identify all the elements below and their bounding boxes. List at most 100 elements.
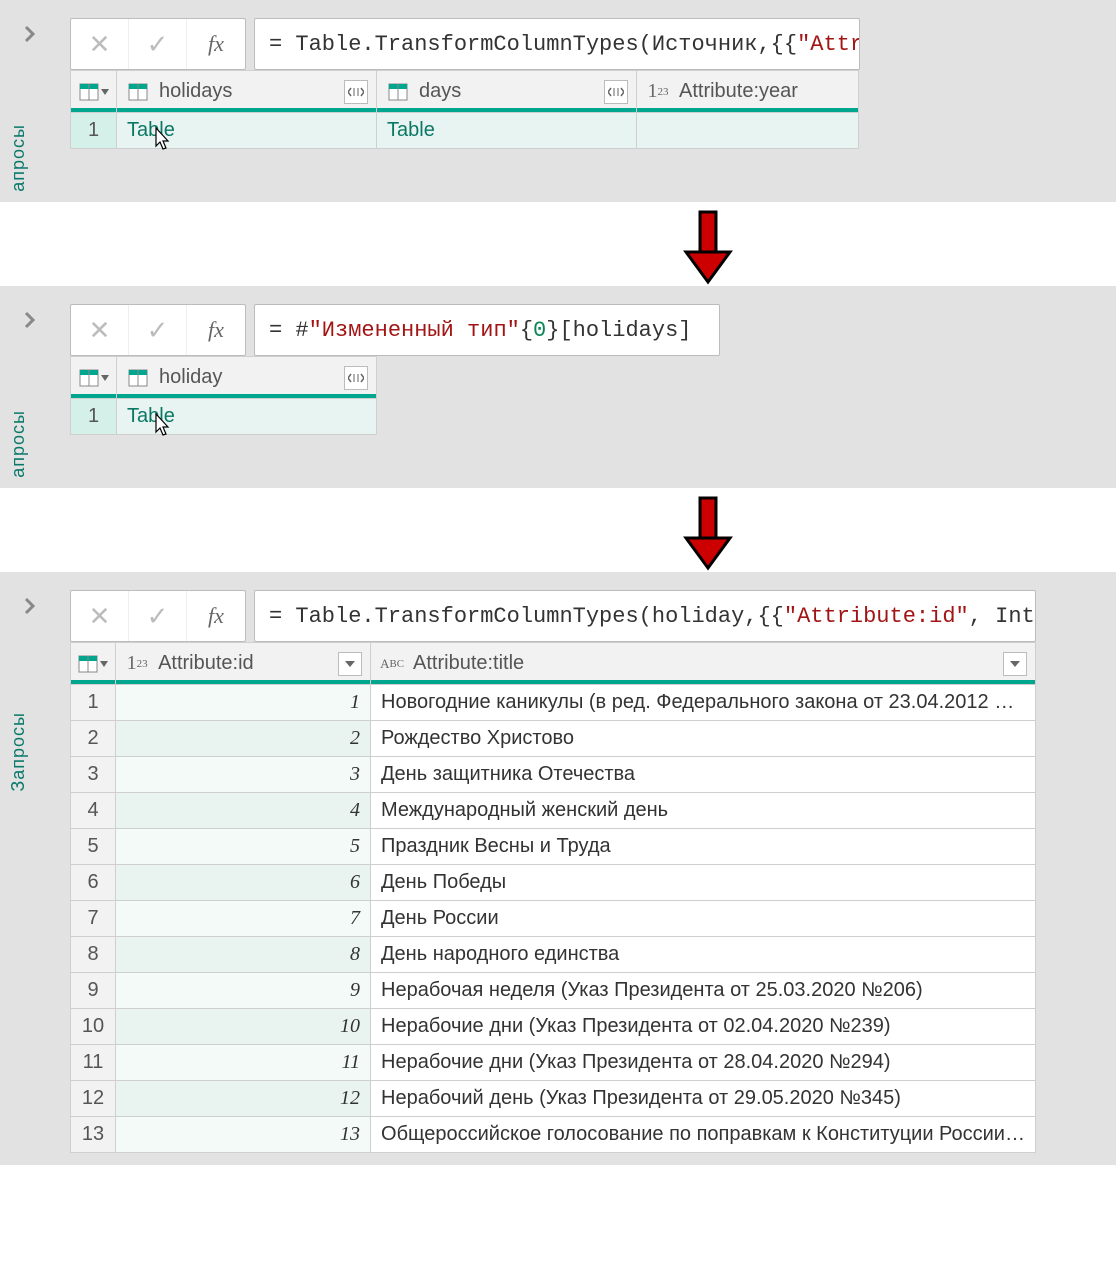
row-number[interactable]: 7 xyxy=(71,901,116,937)
cell-holiday[interactable]: Table xyxy=(117,399,377,435)
cell-title[interactable]: Международный женский день xyxy=(371,793,1036,829)
cell-id[interactable]: 9 xyxy=(116,973,371,1009)
cell-id[interactable]: 4 xyxy=(116,793,371,829)
table-icon xyxy=(79,369,99,387)
row-number[interactable]: 8 xyxy=(71,937,116,973)
row-number[interactable]: 1 xyxy=(71,113,117,149)
cell-year[interactable] xyxy=(637,113,859,149)
row-number[interactable]: 2 xyxy=(71,721,116,757)
column-filter-button[interactable] xyxy=(1003,652,1027,676)
cell-title[interactable]: Нерабочая неделя (Указ Президента от 25.… xyxy=(371,973,1036,1009)
select-all-corner[interactable] xyxy=(71,71,117,113)
table-icon xyxy=(78,655,98,673)
table-row[interactable]: 88День народного единства xyxy=(71,937,1036,973)
text-type-icon: ABC xyxy=(379,653,405,675)
table-icon xyxy=(79,83,99,101)
expand-column-button[interactable] xyxy=(604,80,628,104)
cell-title[interactable]: Рождество Христово xyxy=(371,721,1036,757)
table-row[interactable]: 11Новогодние каникулы (в ред. Федерально… xyxy=(71,685,1036,721)
table-row[interactable]: 77День России xyxy=(71,901,1036,937)
cell-title[interactable]: День России xyxy=(371,901,1036,937)
cell-id[interactable]: 3 xyxy=(116,757,371,793)
table-row[interactable]: 1212Нерабочий день (Указ Президента от 2… xyxy=(71,1081,1036,1117)
row-number[interactable]: 4 xyxy=(71,793,116,829)
table-row[interactable]: 22Рождество Христово xyxy=(71,721,1036,757)
cell-id[interactable]: 11 xyxy=(116,1045,371,1081)
table-row[interactable]: 44Международный женский день xyxy=(71,793,1036,829)
table-row[interactable]: 66День Победы xyxy=(71,865,1036,901)
row-number[interactable]: 1 xyxy=(71,685,116,721)
formula-confirm-button[interactable]: ✓ xyxy=(129,305,187,355)
queries-pane-toggle[interactable] xyxy=(20,24,40,49)
cell-title[interactable]: Нерабочие дни (Указ Президента от 02.04.… xyxy=(371,1009,1036,1045)
table-row[interactable]: 33День защитника Отечества xyxy=(71,757,1036,793)
cell-id[interactable]: 10 xyxy=(116,1009,371,1045)
formula-fx-button[interactable]: fx xyxy=(187,591,245,641)
cell-id[interactable]: 2 xyxy=(116,721,371,757)
cell-title[interactable]: День народного единства xyxy=(371,937,1036,973)
cell-id[interactable]: 8 xyxy=(116,937,371,973)
queries-sidebar-label: Запросы xyxy=(8,712,29,792)
cell-id[interactable]: 5 xyxy=(116,829,371,865)
cell-title[interactable]: Праздник Весны и Труда xyxy=(371,829,1036,865)
column-header-holidays[interactable]: holidays xyxy=(117,71,377,113)
formula-bar-input[interactable]: = Table.TransformColumnTypes(Источник,{{… xyxy=(254,18,860,70)
cell-title[interactable]: Нерабочие дни (Указ Президента от 28.04.… xyxy=(371,1045,1036,1081)
expand-column-button[interactable] xyxy=(344,366,368,390)
table-row[interactable]: 1 Table xyxy=(71,399,377,435)
cell-id[interactable]: 7 xyxy=(116,901,371,937)
data-grid-2: holiday 1 Table xyxy=(70,356,377,435)
cell-title[interactable]: Новогодние каникулы (в ред. Федерального… xyxy=(371,685,1036,721)
table-row[interactable]: 1 Table Table xyxy=(71,113,859,149)
row-number[interactable]: 12 xyxy=(71,1081,116,1117)
table-row[interactable]: 1313Общероссийское голосование по поправ… xyxy=(71,1117,1036,1153)
dropdown-caret-icon xyxy=(100,661,108,667)
queries-pane-toggle[interactable] xyxy=(20,310,40,335)
table-type-icon xyxy=(125,367,151,389)
table-row[interactable]: 1010Нерабочие дни (Указ Президента от 02… xyxy=(71,1009,1036,1045)
row-number[interactable]: 11 xyxy=(71,1045,116,1081)
table-row[interactable]: 99Нерабочая неделя (Указ Президента от 2… xyxy=(71,973,1036,1009)
select-all-corner[interactable] xyxy=(71,357,117,399)
row-number[interactable]: 10 xyxy=(71,1009,116,1045)
formula-cancel-button[interactable]: ✕ xyxy=(71,19,129,69)
cell-title[interactable]: Общероссийское голосование по поправкам … xyxy=(371,1117,1036,1153)
table-type-icon xyxy=(125,81,151,103)
table-row[interactable]: 1111Нерабочие дни (Указ Президента от 28… xyxy=(71,1045,1036,1081)
expand-column-button[interactable] xyxy=(344,80,368,104)
row-number[interactable]: 6 xyxy=(71,865,116,901)
formula-cancel-button[interactable]: ✕ xyxy=(71,591,129,641)
row-number[interactable]: 3 xyxy=(71,757,116,793)
column-header-days[interactable]: days xyxy=(377,71,637,113)
cell-title[interactable]: Нерабочий день (Указ Президента от 29.05… xyxy=(371,1081,1036,1117)
formula-bar-input[interactable]: = Table.TransformColumnTypes(holiday,{{"… xyxy=(254,590,1036,642)
formula-confirm-button[interactable]: ✓ xyxy=(129,591,187,641)
dropdown-caret-icon xyxy=(101,89,109,95)
cell-id[interactable]: 1 xyxy=(116,685,371,721)
column-header-attribute-id[interactable]: 123 Attribute:id xyxy=(116,643,371,685)
queries-pane-toggle[interactable] xyxy=(20,596,40,621)
cell-id[interactable]: 12 xyxy=(116,1081,371,1117)
cell-holidays[interactable]: Table xyxy=(117,113,377,149)
row-number[interactable]: 1 xyxy=(71,399,117,435)
column-header-attribute-year[interactable]: 123 Attribute:year xyxy=(637,71,859,113)
row-number[interactable]: 5 xyxy=(71,829,116,865)
cell-title[interactable]: День защитника Отечества xyxy=(371,757,1036,793)
formula-confirm-button[interactable]: ✓ xyxy=(129,19,187,69)
cell-id[interactable]: 13 xyxy=(116,1117,371,1153)
cell-days[interactable]: Table xyxy=(377,113,637,149)
cell-title[interactable]: День Победы xyxy=(371,865,1036,901)
formula-fx-button[interactable]: fx xyxy=(187,305,245,355)
table-row[interactable]: 55Праздник Весны и Труда xyxy=(71,829,1036,865)
cell-id[interactable]: 6 xyxy=(116,865,371,901)
queries-sidebar-label: апросы xyxy=(8,410,29,478)
column-header-attribute-title[interactable]: ABC Attribute:title xyxy=(371,643,1036,685)
formula-bar-input[interactable]: = #"Измененный тип"{0}[holidays] xyxy=(254,304,720,356)
column-filter-button[interactable] xyxy=(338,652,362,676)
row-number[interactable]: 9 xyxy=(71,973,116,1009)
column-header-holiday[interactable]: holiday xyxy=(117,357,377,399)
row-number[interactable]: 13 xyxy=(71,1117,116,1153)
select-all-corner[interactable] xyxy=(71,643,116,685)
formula-cancel-button[interactable]: ✕ xyxy=(71,305,129,355)
formula-fx-button[interactable]: fx xyxy=(187,19,245,69)
